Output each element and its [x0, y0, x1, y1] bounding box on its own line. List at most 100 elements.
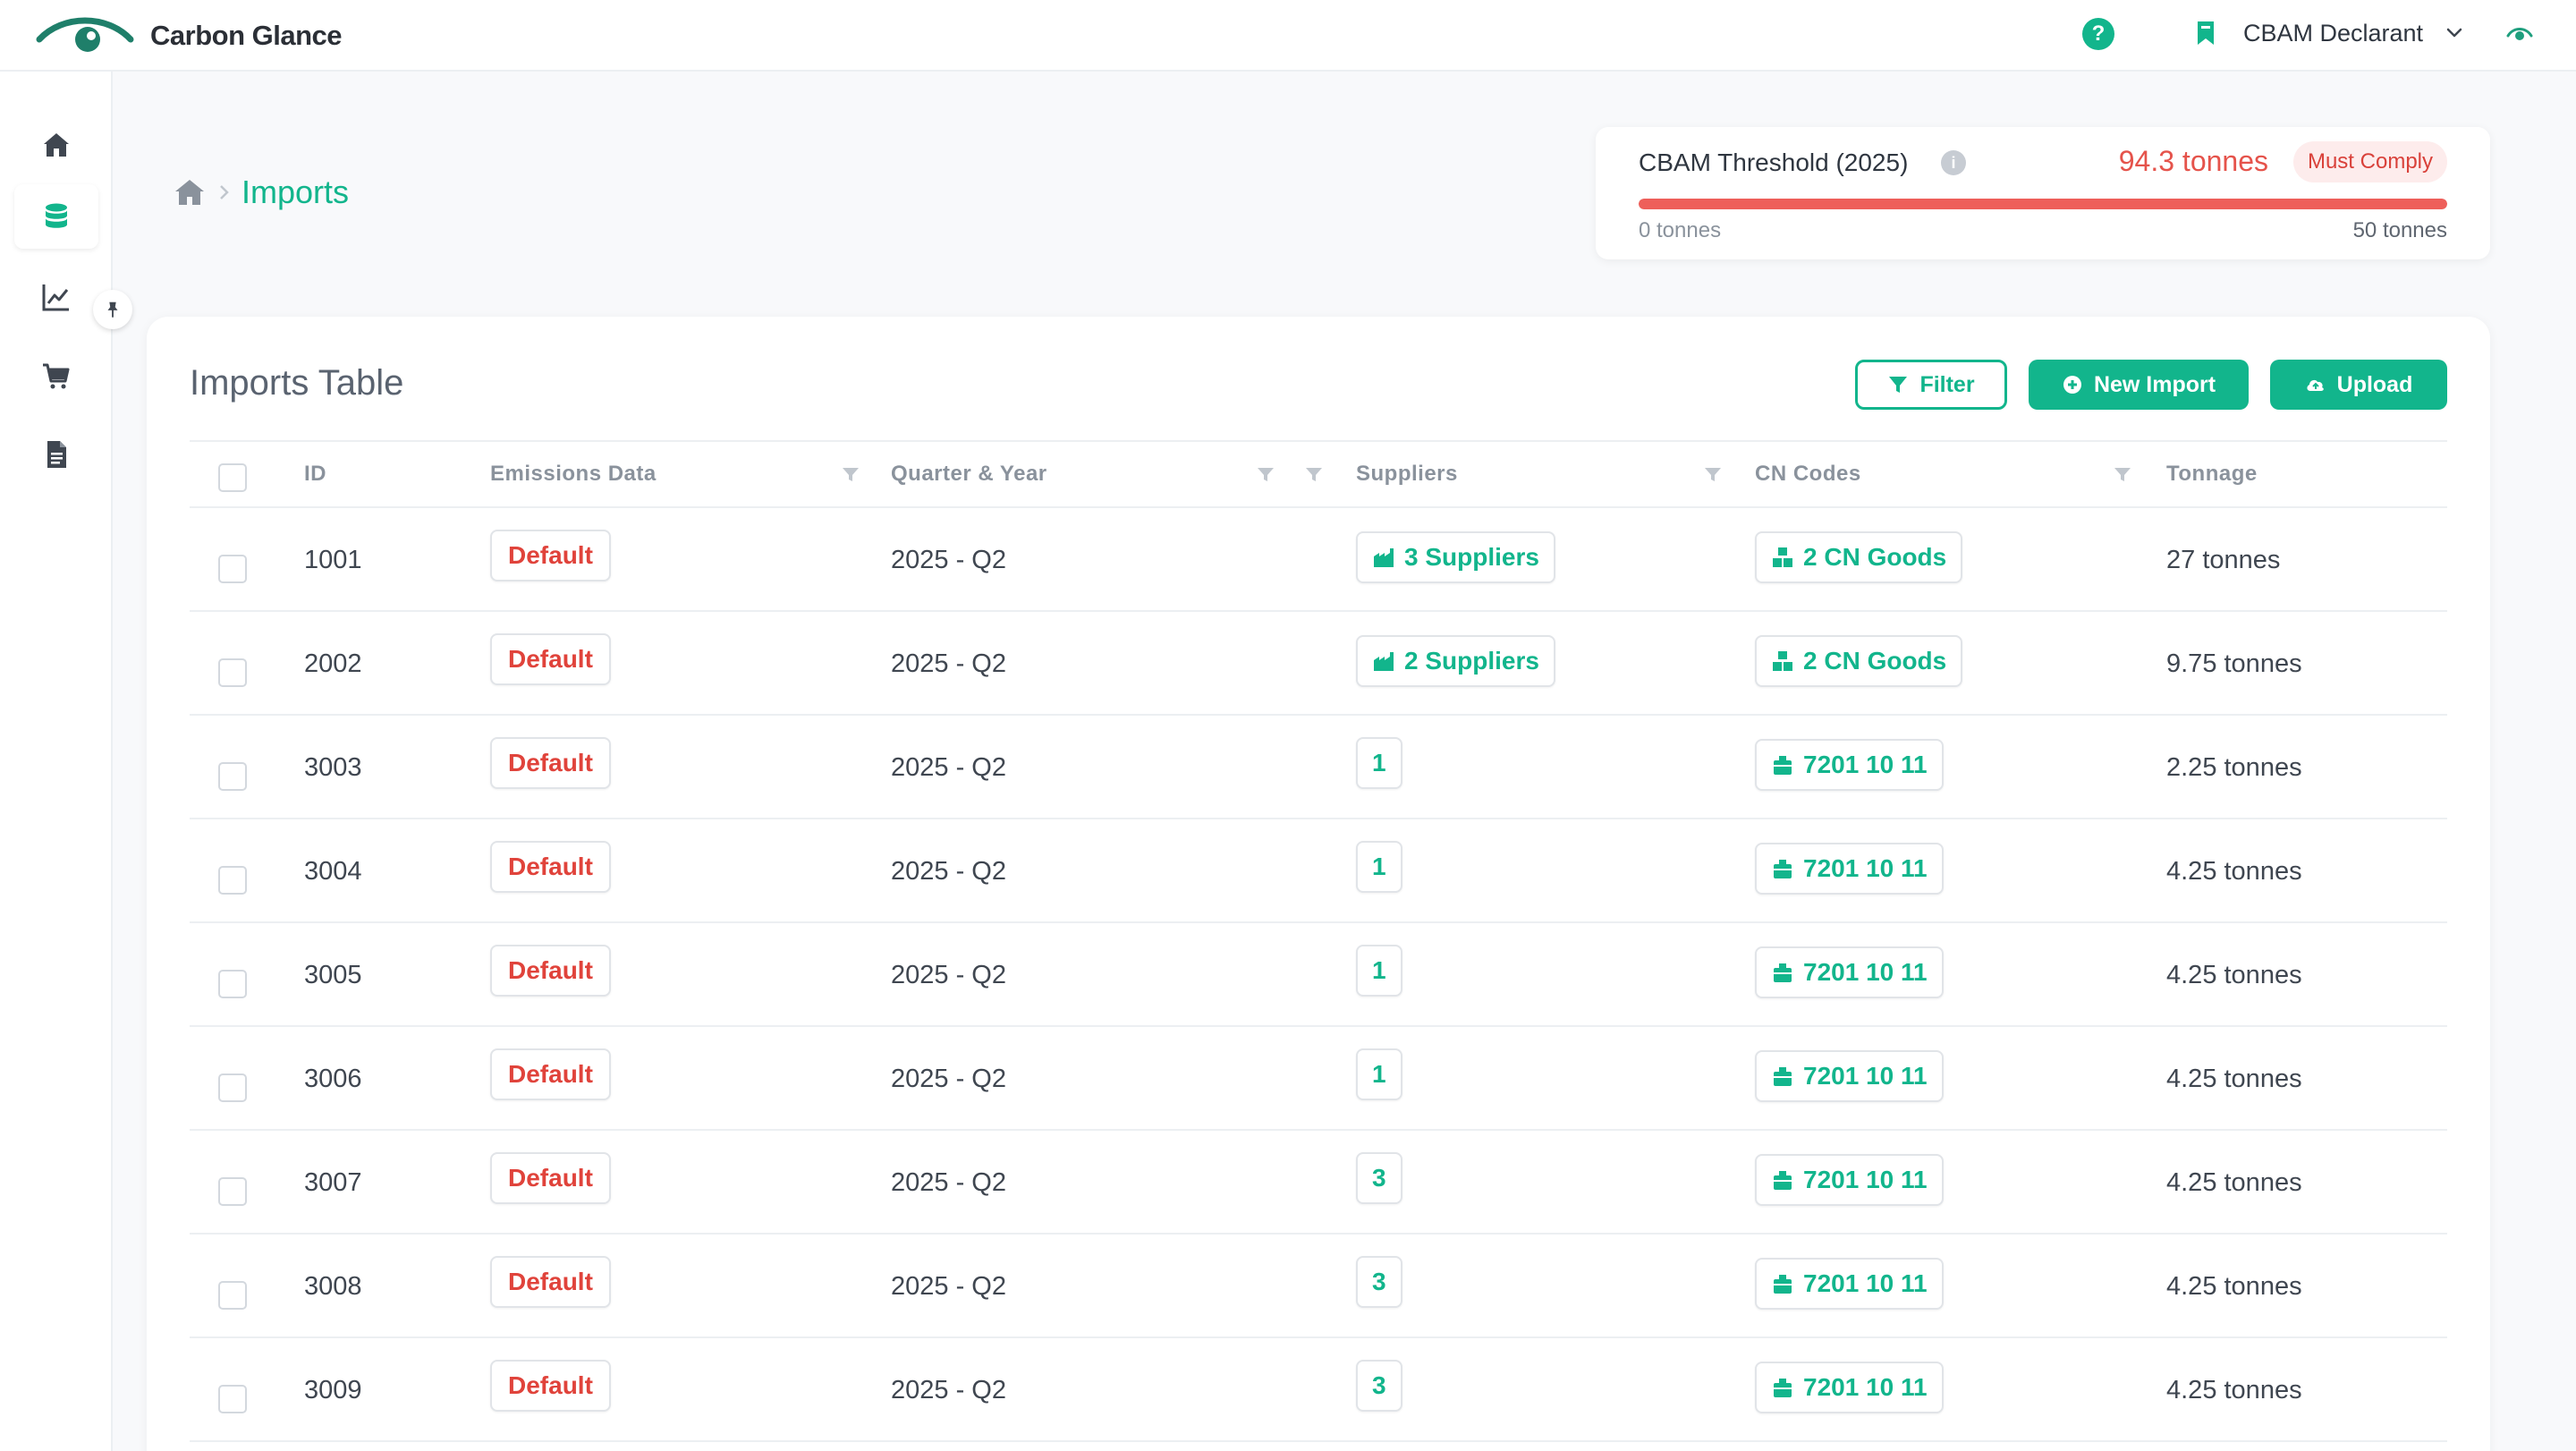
suppliers-label: 3: [1372, 1371, 1386, 1399]
filter-button[interactable]: Filter: [1855, 360, 2007, 410]
cn-code-label: 2 CN Goods: [1803, 543, 1947, 571]
eye-icon[interactable]: [2506, 25, 2533, 43]
emissions-default-badge[interactable]: Default: [490, 633, 611, 685]
sidebar-item-imports[interactable]: [14, 184, 98, 249]
cn-code-pill[interactable]: 2 CN Goods: [1755, 635, 1963, 687]
column-filter-icon[interactable]: [1304, 465, 1324, 485]
row-checkbox[interactable]: [218, 1385, 247, 1413]
suppliers-pill[interactable]: 3: [1356, 1360, 1402, 1412]
emissions-default-badge[interactable]: Default: [490, 1152, 611, 1204]
suppliers-pill[interactable]: 3: [1356, 1256, 1402, 1308]
table-row[interactable]: 3008 Default 2025 - Q2 3 7201 10 11 4.25 tonn…: [190, 1235, 2447, 1338]
box-icon: [1774, 963, 1792, 982]
column-header-cn-codes[interactable]: CN Codes: [1755, 462, 1861, 487]
emissions-default-badge[interactable]: Default: [490, 945, 611, 997]
suppliers-pill[interactable]: 1: [1356, 1048, 1402, 1100]
suppliers-label: 3: [1372, 1268, 1386, 1295]
column-header-emissions[interactable]: Emissions Data: [490, 462, 657, 487]
chevron-down-icon[interactable]: [2444, 21, 2465, 43]
import-id: 3007: [304, 1168, 362, 1197]
filter-button-label: Filter: [1919, 371, 1975, 397]
top-bar: Carbon Glance ? CBAM Declarant: [0, 0, 2576, 72]
column-header-id[interactable]: ID: [304, 462, 326, 487]
table-row[interactable]: 3003 Default 2025 - Q2 1 7201 10 11 2.25 tonn…: [190, 716, 2447, 819]
emissions-default-badge[interactable]: Default: [490, 1360, 611, 1412]
cloud-upload-icon: [2307, 379, 2324, 391]
table-body: 1001 Default 2025 - Q2 3 Suppliers 2 CN Good…: [190, 508, 2447, 1442]
sidebar-item-documents[interactable]: [14, 422, 98, 487]
cn-code-pill[interactable]: 7201 10 11: [1755, 1362, 1944, 1413]
column-filter-icon[interactable]: [2113, 465, 2132, 485]
cn-code-label: 7201 10 11: [1803, 1373, 1928, 1401]
help-icon[interactable]: ?: [2082, 18, 2114, 50]
cn-code-pill[interactable]: 7201 10 11: [1755, 843, 1944, 895]
suppliers-pill[interactable]: 2 Suppliers: [1356, 635, 1555, 687]
table-row[interactable]: 1001 Default 2025 - Q2 3 Suppliers 2 CN Good…: [190, 508, 2447, 612]
select-all-checkbox[interactable]: [218, 463, 247, 492]
tonnage: 27 tonnes: [2166, 546, 2281, 574]
table-row[interactable]: 3004 Default 2025 - Q2 1 7201 10 11 4.25 tonn…: [190, 819, 2447, 923]
sidebar-item-analytics[interactable]: [14, 265, 98, 329]
cn-code-pill[interactable]: 7201 10 11: [1755, 1050, 1944, 1102]
table-row[interactable]: 3005 Default 2025 - Q2 1 7201 10 11 4.25 tonn…: [190, 923, 2447, 1027]
quarter-year: 2025 - Q2: [891, 649, 1006, 678]
sidebar-item-cart[interactable]: [14, 344, 98, 408]
table-row[interactable]: 2002 Default 2025 - Q2 2 Suppliers 2 CN Good…: [190, 612, 2447, 716]
row-checkbox[interactable]: [218, 866, 247, 895]
cn-code-pill[interactable]: 7201 10 11: [1755, 739, 1944, 791]
info-icon[interactable]: i: [1941, 150, 1966, 175]
suppliers-pill[interactable]: 1: [1356, 841, 1402, 893]
tonnage: 4.25 tonnes: [2166, 1168, 2302, 1197]
pin-sidebar-button[interactable]: [93, 290, 132, 329]
compliance-badge: Must Comply: [2292, 141, 2447, 182]
quarter-year: 2025 - Q2: [891, 1168, 1006, 1197]
emissions-default-badge[interactable]: Default: [490, 737, 611, 789]
threshold-progress-bar: [1639, 199, 2447, 209]
row-checkbox[interactable]: [218, 555, 247, 583]
home-icon: [44, 133, 69, 157]
table-row[interactable]: 3006 Default 2025 - Q2 1 7201 10 11 4.25 tonn…: [190, 1027, 2447, 1131]
cn-code-pill[interactable]: 7201 10 11: [1755, 1258, 1944, 1310]
emissions-default-badge[interactable]: Default: [490, 530, 611, 581]
table-row[interactable]: 3007 Default 2025 - Q2 3 7201 10 11 4.25 tonn…: [190, 1131, 2447, 1235]
row-checkbox[interactable]: [218, 1073, 247, 1102]
role-selector[interactable]: CBAM Declarant: [2243, 20, 2423, 47]
cn-code-pill[interactable]: 7201 10 11: [1755, 1154, 1944, 1206]
suppliers-pill[interactable]: 1: [1356, 945, 1402, 997]
cn-code-pill[interactable]: 7201 10 11: [1755, 946, 1944, 998]
suppliers-label: 3 Suppliers: [1404, 543, 1539, 571]
column-filter-icon[interactable]: [1256, 465, 1275, 485]
column-header-suppliers[interactable]: Suppliers: [1356, 462, 1458, 487]
bookmark-icon: [2198, 21, 2214, 45]
row-checkbox[interactable]: [218, 970, 247, 998]
chart-line-icon: [42, 284, 69, 311]
row-checkbox[interactable]: [218, 1177, 247, 1206]
suppliers-pill[interactable]: 1: [1356, 737, 1402, 789]
sidebar-item-home[interactable]: [14, 113, 98, 177]
emissions-default-badge[interactable]: Default: [490, 841, 611, 893]
suppliers-pill[interactable]: 3: [1356, 1152, 1402, 1204]
quarter-year: 2025 - Q2: [891, 1065, 1006, 1093]
box-icon: [1774, 860, 1792, 878]
table-row[interactable]: 3009 Default 2025 - Q2 3 7201 10 11 4.25 tonn…: [190, 1338, 2447, 1442]
column-filter-icon[interactable]: [841, 465, 860, 485]
cn-code-label: 7201 10 11: [1803, 1166, 1928, 1193]
column-header-quarter[interactable]: Quarter & Year: [891, 462, 1047, 487]
import-id: 3004: [304, 857, 362, 886]
home-icon[interactable]: [174, 178, 206, 207]
eye-logo-icon[interactable]: [36, 13, 134, 59]
suppliers-pill[interactable]: 3 Suppliers: [1356, 531, 1555, 583]
column-filter-icon[interactable]: [1703, 465, 1723, 485]
new-import-button[interactable]: New Import: [2029, 360, 2249, 410]
upload-button[interactable]: Upload: [2270, 360, 2447, 410]
import-id: 3003: [304, 753, 362, 782]
emissions-default-badge[interactable]: Default: [490, 1256, 611, 1308]
cn-code-pill[interactable]: 2 CN Goods: [1755, 531, 1963, 583]
column-header-tonnage[interactable]: Tonnage: [2166, 462, 2258, 487]
table-header: ID Emissions Data Quarter & Year Supplie…: [190, 440, 2447, 508]
row-checkbox[interactable]: [218, 1281, 247, 1310]
row-checkbox[interactable]: [218, 658, 247, 687]
emissions-default-badge[interactable]: Default: [490, 1048, 611, 1100]
box-icon: [1774, 1275, 1792, 1294]
row-checkbox[interactable]: [218, 762, 247, 791]
